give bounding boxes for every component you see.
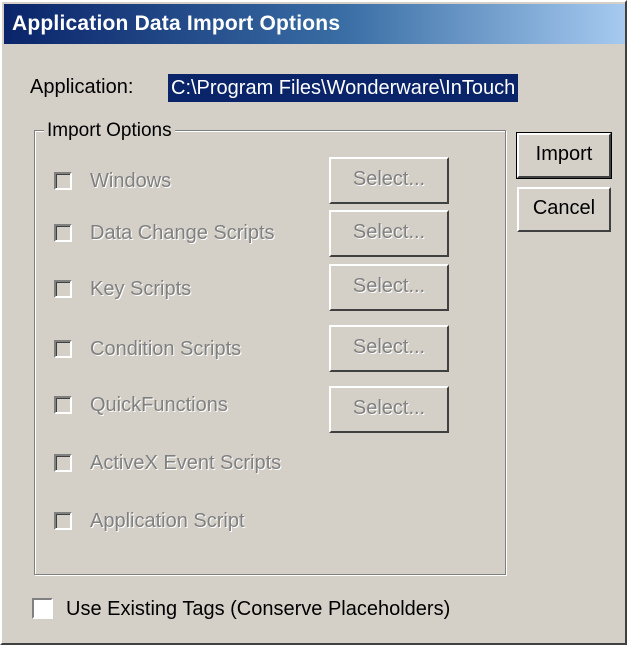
data-change-scripts-label: Data Change Scripts (90, 222, 275, 244)
import-button[interactable]: Import (516, 132, 612, 179)
cancel-button[interactable]: Cancel (517, 187, 611, 232)
select-quickfunctions-button[interactable]: Select... (329, 386, 449, 433)
windows-label: Windows (90, 170, 172, 192)
select-windows-button[interactable]: Select... (329, 157, 449, 204)
title-bar[interactable]: Application Data Import Options (4, 4, 625, 44)
select-condition-scripts-button[interactable]: Select... (329, 325, 449, 372)
import-options-dialog: Application Data Import Options Applicat… (0, 0, 627, 645)
windows-checkbox[interactable] (54, 172, 72, 190)
select-data-change-scripts-button[interactable]: Select... (329, 210, 449, 257)
application-script-label: Application Script (90, 510, 245, 532)
import-options-group-label: Import Options (44, 120, 175, 142)
use-existing-tags-label: Use Existing Tags (Conserve Placeholders… (66, 598, 451, 620)
application-script-checkbox[interactable] (54, 512, 72, 530)
activex-event-scripts-checkbox[interactable] (54, 454, 72, 472)
use-existing-tags-checkbox[interactable] (32, 598, 53, 619)
quickfunctions-label: QuickFunctions (90, 394, 228, 416)
data-change-scripts-checkbox[interactable] (54, 224, 72, 242)
application-path[interactable]: C:\Program Files\Wonderware\InTouch (168, 74, 519, 102)
quickfunctions-checkbox[interactable] (54, 396, 72, 414)
key-scripts-label: Key Scripts (90, 278, 192, 300)
application-label: Application: (30, 76, 134, 98)
activex-event-scripts-label: ActiveX Event Scripts (90, 452, 282, 474)
key-scripts-checkbox[interactable] (54, 280, 72, 298)
select-key-scripts-button[interactable]: Select... (329, 264, 449, 311)
dialog-title: Application Data Import Options (12, 12, 341, 35)
condition-scripts-checkbox[interactable] (54, 340, 72, 358)
condition-scripts-label: Condition Scripts (90, 338, 242, 360)
